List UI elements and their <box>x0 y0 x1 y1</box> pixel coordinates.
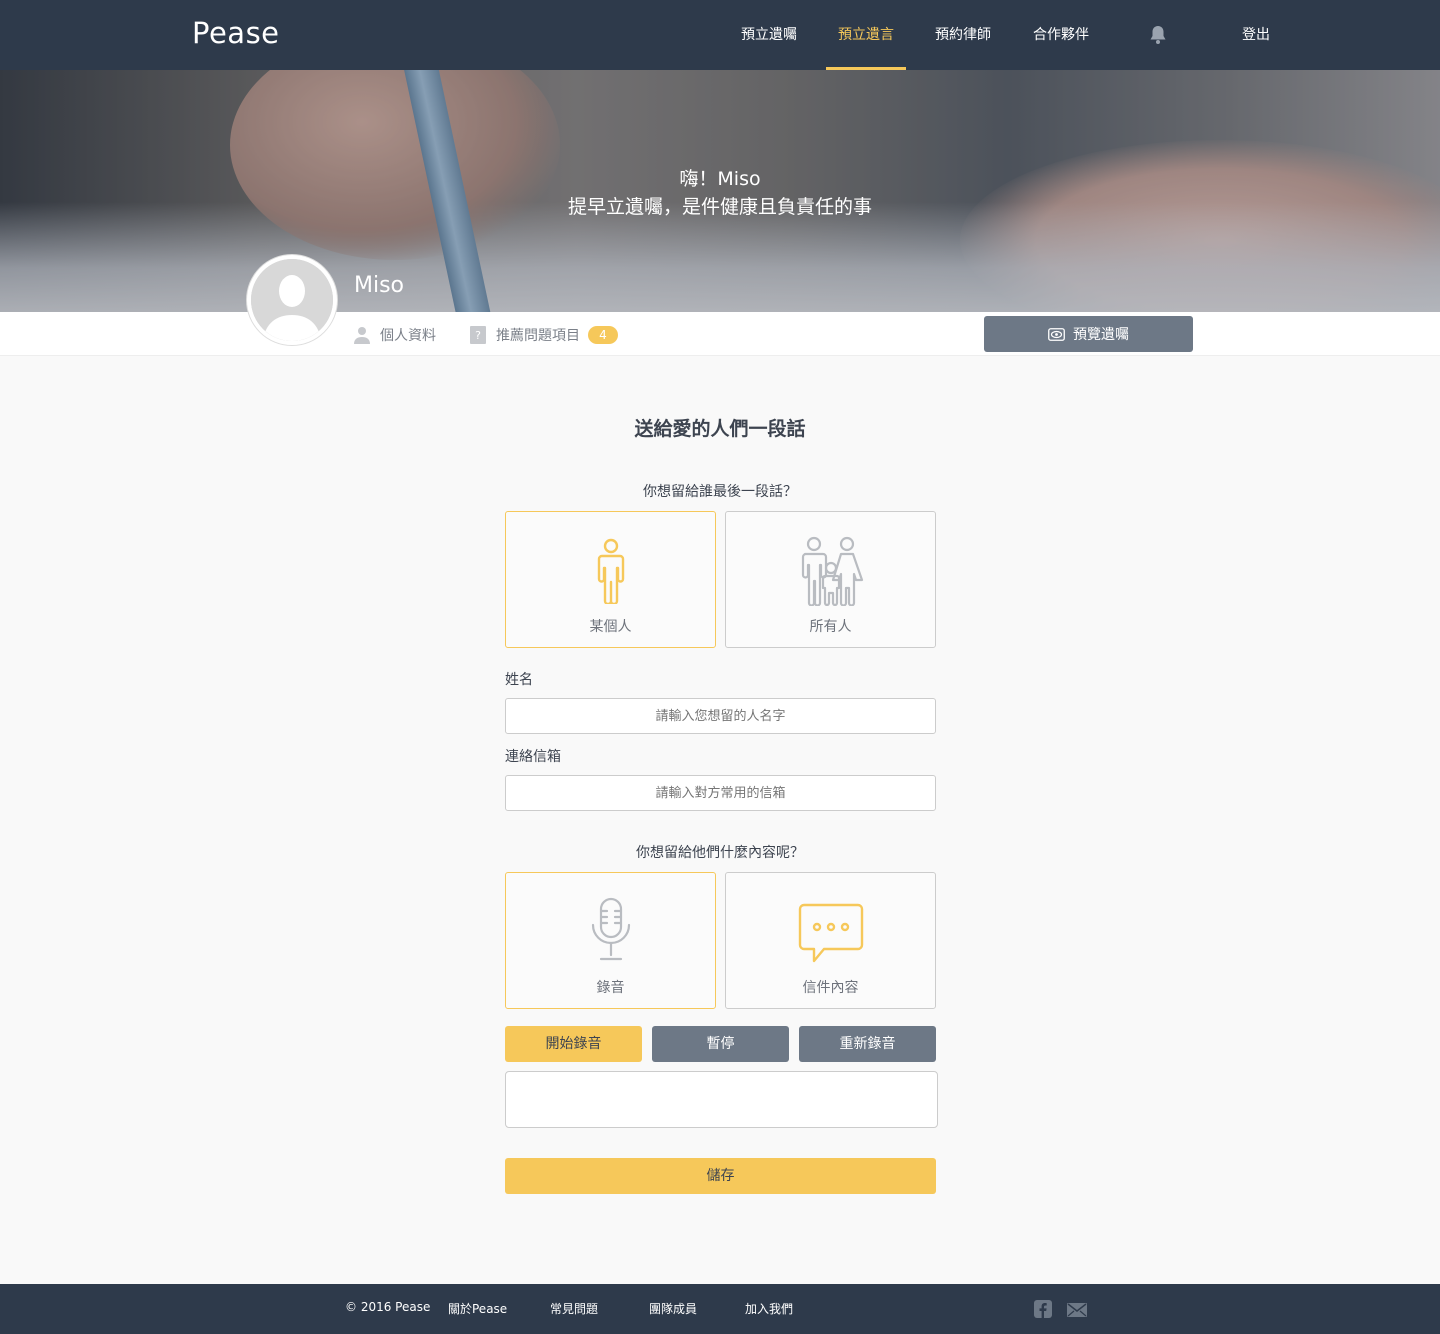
question-doc-icon: ? <box>470 326 486 344</box>
section-title: 送給愛的人們一段話 <box>634 418 806 440</box>
email-field[interactable] <box>505 775 936 811</box>
hero-greeting: 嗨！Miso <box>679 168 761 190</box>
copyright: © 2016 Pease <box>345 1300 431 1314</box>
nav-item-partners[interactable]: 合作夥伴 <box>1022 0 1100 70</box>
user-silhouette-icon <box>251 259 333 341</box>
avatar[interactable] <box>247 255 337 345</box>
profile-bar <box>0 312 1440 356</box>
recipient-option-label: 所有人 <box>809 619 852 635</box>
name-label: 姓名 <box>505 672 533 688</box>
question-content: 你想留給他們什麼內容呢？ <box>636 845 804 861</box>
logout-link[interactable]: 登出 <box>1226 0 1286 70</box>
recipient-option-label: 某個人 <box>589 619 632 635</box>
hero-banner: 嗨！Miso 提早立遺囑，是件健康且負責任的事 Miso <box>0 70 1440 312</box>
save-button[interactable]: 儲存 <box>505 1158 936 1194</box>
email-label: 連絡信箱 <box>505 749 561 765</box>
recommended-questions-link[interactable]: ? 推薦問題項目 4 <box>470 325 618 345</box>
footer-link-join[interactable]: 加入我們 <box>745 1300 793 1317</box>
question-recipient: 你想留給誰最後一段話？ <box>643 484 797 500</box>
start-recording-button[interactable]: 開始錄音 <box>505 1026 642 1062</box>
svg-text:?: ? <box>475 329 481 342</box>
microphone-icon <box>591 897 630 961</box>
user-name: Miso <box>354 273 405 298</box>
nav-item-will[interactable]: 預立遺囑 <box>730 0 808 70</box>
hero-tagline: 提早立遺囑，是件健康且負責任的事 <box>567 196 872 218</box>
content-option-recording[interactable]: 錄音 <box>505 872 716 1009</box>
recipient-option-everyone[interactable]: 所有人 <box>725 511 936 648</box>
footer-link-team[interactable]: 團隊成員 <box>649 1300 697 1317</box>
recommended-label: 推薦問題項目 <box>496 328 580 344</box>
bell-icon[interactable] <box>1140 0 1176 70</box>
active-indicator <box>826 67 906 70</box>
top-nav: Pease 預立遺囑 預立遺言 預約律師 合作夥伴 登出 <box>0 0 1440 70</box>
count-badge: 4 <box>588 326 618 344</box>
content-option-label: 信件內容 <box>802 980 859 996</box>
nav-item-label: 預立遺言 <box>838 27 894 43</box>
footer <box>0 1284 1440 1334</box>
name-field[interactable] <box>505 698 936 734</box>
person-icon <box>354 327 370 344</box>
content-option-label: 錄音 <box>596 980 625 996</box>
content-option-letter[interactable]: 信件內容 <box>725 872 936 1009</box>
family-icon <box>801 536 863 606</box>
personal-info-link[interactable]: 個人資料 <box>354 325 436 345</box>
recipient-option-someone[interactable]: 某個人 <box>505 511 716 648</box>
footer-link-faq[interactable]: 常見問題 <box>550 1300 598 1317</box>
footer-link-about[interactable]: 關於Pease <box>448 1300 507 1317</box>
rerecord-button[interactable]: 重新錄音 <box>799 1026 936 1062</box>
single-person-icon <box>597 538 624 604</box>
chat-bubble-icon <box>798 903 863 963</box>
mail-icon[interactable] <box>1067 1302 1087 1321</box>
nav-item-lawyer[interactable]: 預約律師 <box>924 0 1002 70</box>
preview-will-button[interactable]: 預覽遺囑 <box>984 316 1193 352</box>
pause-button[interactable]: 暫停 <box>652 1026 789 1062</box>
nav-item-last-words[interactable]: 預立遺言 <box>826 0 906 70</box>
facebook-icon[interactable] <box>1034 1300 1052 1322</box>
logo[interactable]: Pease <box>192 16 280 50</box>
eye-icon <box>1048 327 1065 341</box>
personal-info-label: 個人資料 <box>380 328 436 344</box>
audio-player-area[interactable] <box>505 1071 938 1128</box>
preview-label: 預覽遺囑 <box>1073 327 1129 343</box>
